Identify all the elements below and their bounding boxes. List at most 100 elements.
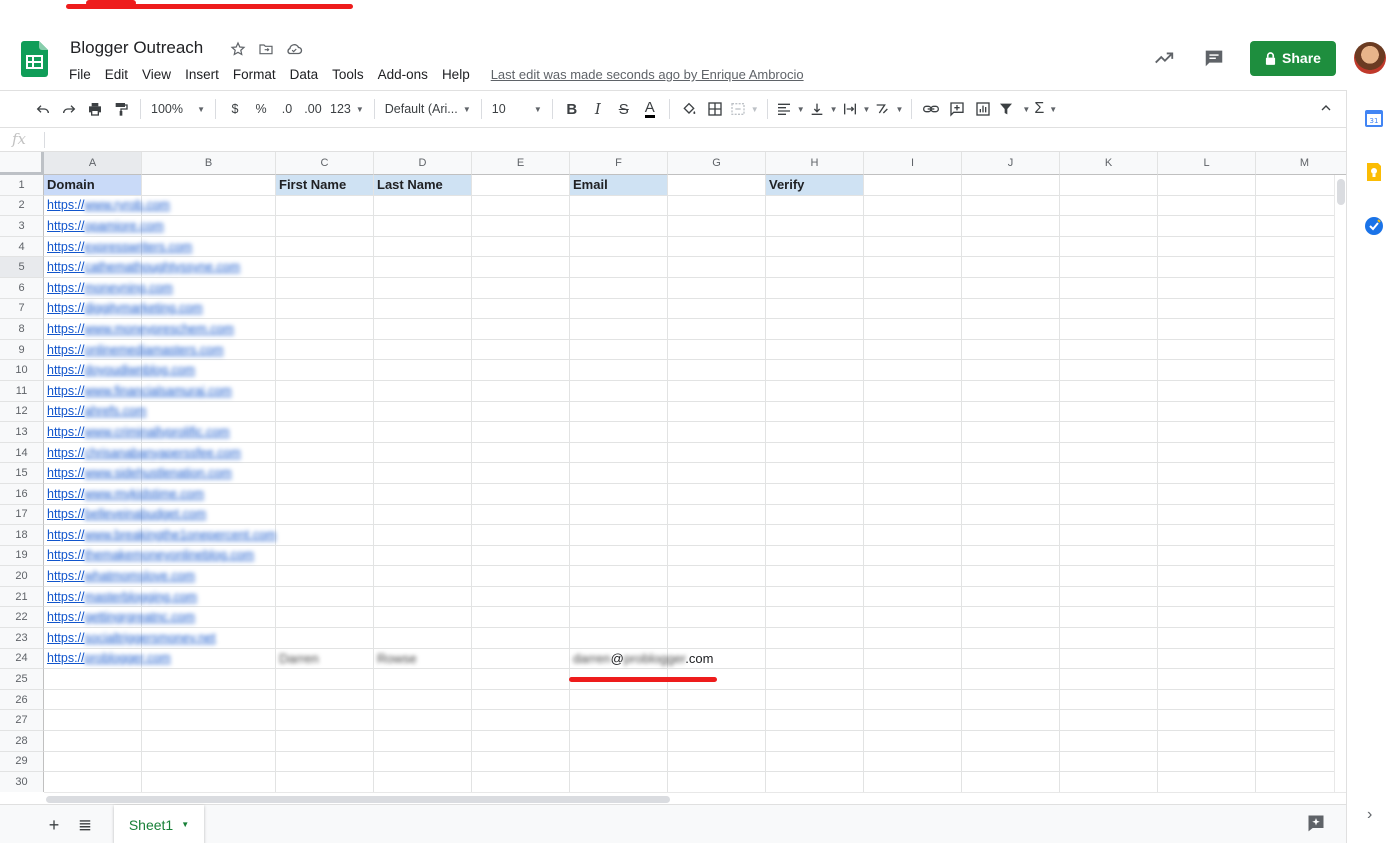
cell-f19[interactable] [570,545,668,567]
font-select[interactable]: Default (Ari... ▼ [381,95,475,123]
cell-l14[interactable] [1158,442,1256,464]
cell-l9[interactable] [1158,339,1256,361]
cell-l27[interactable] [1158,710,1256,732]
cell-j15[interactable] [962,463,1060,484]
cell-g29[interactable] [668,751,766,773]
cell-h4[interactable] [766,236,864,258]
domain-link[interactable]: https://problogger.com [47,651,171,665]
cell-e4[interactable] [472,236,570,258]
row-header[interactable]: 4 [0,236,44,258]
cell-l6[interactable] [1158,277,1256,299]
bold-button[interactable]: B [559,95,585,123]
cell-g12[interactable] [668,401,766,423]
cell-h10[interactable] [766,360,864,381]
cell-k18[interactable] [1060,525,1158,546]
chevron-right-icon[interactable]: › [1367,806,1372,824]
cell-f29[interactable] [570,751,668,773]
row-header[interactable]: 25 [0,669,44,690]
avatar[interactable] [1354,42,1386,74]
cell-i8[interactable] [864,319,962,340]
cell-h24[interactable] [766,648,864,670]
cell-e1[interactable] [472,175,570,196]
cell-m1[interactable] [1256,175,1346,196]
cell-f13[interactable] [570,422,668,443]
cell-g1[interactable] [668,175,766,196]
row-header[interactable]: 11 [0,380,44,402]
cell-j3[interactable] [962,216,1060,237]
cell-i13[interactable] [864,422,962,443]
column-header-l[interactable]: L [1158,152,1256,175]
star-icon[interactable] [229,40,247,58]
cell-f27[interactable] [570,710,668,732]
column-header-c[interactable]: C [276,152,374,175]
cell-j11[interactable] [962,380,1060,402]
cell-i3[interactable] [864,216,962,237]
cell-l2[interactable] [1158,195,1256,217]
cell-m28[interactable] [1256,731,1346,752]
cell-d25[interactable] [374,669,472,690]
cell-c27[interactable] [276,710,374,732]
cell-a17[interactable]: https://belleveinabudget.com [44,504,206,526]
menu-tools[interactable]: Tools [325,65,371,84]
cell-c21[interactable] [276,586,374,608]
cell-m21[interactable] [1256,587,1346,608]
cell-g19[interactable] [668,545,766,567]
cell-k23[interactable] [1060,628,1158,649]
all-sheets-button[interactable] [74,814,96,836]
cell-c8[interactable] [276,319,374,340]
cell-g26[interactable] [668,689,766,711]
cell-j6[interactable] [962,277,1060,299]
cell-d22[interactable] [374,607,472,629]
domain-link[interactable]: https://gettingrgreatnc.com [47,610,195,624]
redo-button[interactable] [56,95,82,123]
cell-a18[interactable]: https://www.breakingthe1onepercent.com [44,525,276,546]
cell-a30[interactable] [44,772,142,792]
cell-j5[interactable] [962,257,1060,278]
cell-k8[interactable] [1060,319,1158,340]
cell-m6[interactable] [1256,278,1346,299]
cell-j28[interactable] [962,731,1060,752]
cell-j8[interactable] [962,319,1060,340]
row-header[interactable]: 28 [0,731,44,752]
cell-i4[interactable] [864,236,962,258]
cell-d27[interactable] [374,710,472,732]
cell-j17[interactable] [962,504,1060,526]
cell-k20[interactable] [1060,566,1158,587]
cell-k24[interactable] [1060,648,1158,670]
cell-j22[interactable] [962,607,1060,629]
cell-d19[interactable] [374,545,472,567]
cell-m23[interactable] [1256,628,1346,649]
merge-cells-button[interactable]: ▼ [728,95,761,123]
cell-j20[interactable] [962,566,1060,587]
cell-d16[interactable] [374,483,472,505]
cell-l15[interactable] [1158,463,1256,484]
cell-a29[interactable] [44,751,142,773]
cell-c11[interactable] [276,380,374,402]
cell-a27[interactable] [44,710,142,732]
cell-g21[interactable] [668,586,766,608]
cell-j30[interactable] [962,772,1060,792]
explore-button[interactable] [1306,813,1328,835]
cell-m3[interactable] [1256,216,1346,237]
cell-m12[interactable] [1256,402,1346,423]
cell-e12[interactable] [472,401,570,423]
cell-e24[interactable] [472,648,570,670]
cell-j24[interactable] [962,648,1060,670]
domain-link[interactable]: https://themakemoneyonlineblog.com [47,548,254,562]
cell-a24[interactable]: https://problogger.com [44,648,171,670]
cell-l8[interactable] [1158,319,1256,340]
cell-h18[interactable] [766,525,864,546]
cell-a12[interactable]: https://ahrefs.com [44,401,146,423]
cell-c18[interactable] [276,525,374,546]
cell-j21[interactable] [962,586,1060,608]
cell-e13[interactable] [472,422,570,443]
cell-l4[interactable] [1158,236,1256,258]
row-header[interactable]: 16 [0,483,44,505]
cell-l30[interactable] [1158,772,1256,792]
number-format-select[interactable]: 123 ▼ [326,95,368,123]
cell-c19[interactable] [276,545,374,567]
cell-j16[interactable] [962,483,1060,505]
cell-l21[interactable] [1158,586,1256,608]
cell-i23[interactable] [864,628,962,649]
cell-i26[interactable] [864,689,962,711]
